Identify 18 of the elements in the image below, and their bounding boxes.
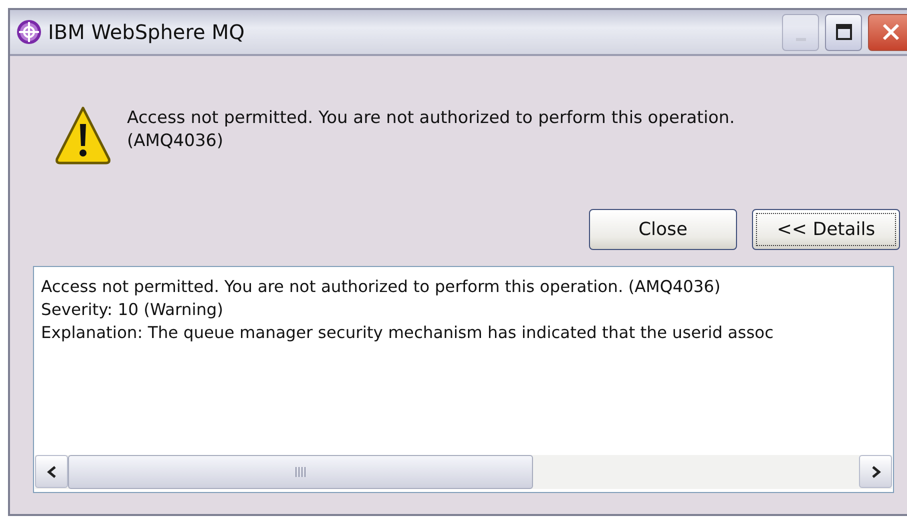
close-button[interactable] xyxy=(868,14,907,50)
details-line: Severity: 10 (Warning) xyxy=(41,299,224,321)
details-line: Explanation: The queue manager security mechanism has indicated that the userid assoc xyxy=(41,322,774,344)
scrollbar-thumb[interactable] xyxy=(68,455,533,489)
error-message: Access not permitted. You are not authorized to perform this operation. (AMQ4036) xyxy=(127,107,735,153)
maximize-button[interactable] xyxy=(825,14,862,50)
scroll-right-button[interactable] xyxy=(859,455,892,488)
details-text-area[interactable]: Access not permitted. You are not authorized to perform this operation. (AMQ4036) Severity: 10 (Warning) Explanation: The queue manager security mechanism has indicated that the userid assoc xyxy=(33,266,894,493)
scroll-left-button[interactable] xyxy=(35,455,68,488)
window-title: IBM WebSphere MQ xyxy=(48,20,246,44)
warning-icon xyxy=(53,104,113,166)
app-icon xyxy=(16,19,42,45)
close-button[interactable]: Close xyxy=(589,209,737,250)
maximize-icon xyxy=(834,23,852,41)
grip-icon xyxy=(294,467,306,477)
close-icon xyxy=(880,22,900,42)
details-line: Access not permitted. You are not authorized to perform this operation. (AMQ4036) xyxy=(41,276,720,298)
details-button[interactable]: << Details xyxy=(752,209,900,250)
